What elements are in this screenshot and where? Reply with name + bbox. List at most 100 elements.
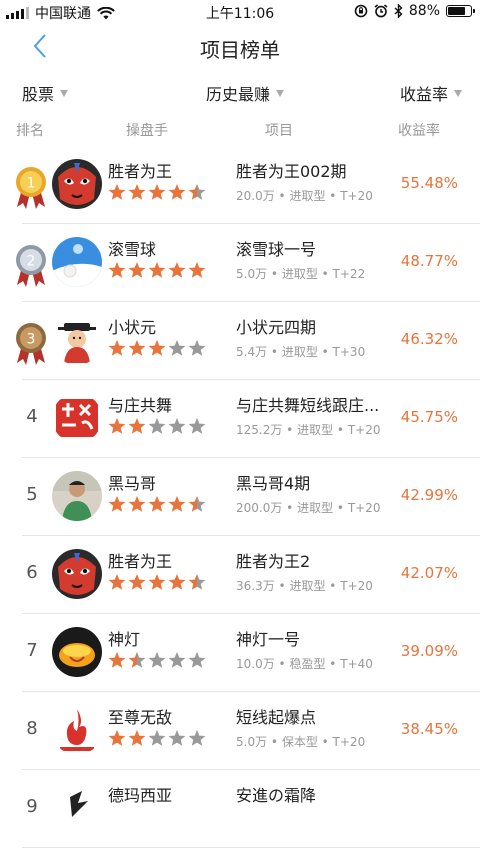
settlement-period: T+20 [347,423,381,437]
yield-rate: 42.99% [400,486,458,504]
risk-type: 进取型 [297,423,334,437]
list-item[interactable]: 3 小状元 小状元四期 5.4万 • 进取型 • T+30 46.32% [0,302,480,380]
sort-filter[interactable]: 收益率 [400,81,462,105]
amount: 10.0万 [236,657,275,671]
alarm-icon [374,4,388,18]
yield-rate: 48.77% [400,252,458,270]
list-item[interactable]: 8 至尊无敌 短线起爆点 5.0万 • 保本型 • T+20 38.45% [0,692,480,770]
star-icon [128,574,146,590]
star-icon [188,574,206,590]
risk-type: 进取型 [281,345,318,359]
risk-type: 进取型 [297,501,334,515]
star-icon [188,184,206,200]
avatar [52,627,102,677]
list-item[interactable]: 9 德玛西亚 安進の霜降 [0,770,480,848]
star-icon [108,340,126,356]
yield-rate: 45.75% [400,408,458,426]
star-icon [148,262,166,278]
yield-rate: 55.48% [400,174,458,192]
list-item[interactable]: 7 神灯 神灯一号 10.0万 • 稳盈型 • T+40 39.09% [0,614,480,692]
bluetooth-icon [394,4,403,18]
rank-medal: 1 [14,165,48,211]
project-name: 短线起爆点 [236,708,317,727]
yield-rate: 38.45% [400,720,458,738]
settlement-period: T+30 [332,345,366,359]
list-item[interactable]: 2 滚雪球 滚雪球一号 5.0万 • 进取型 • T+22 48.77% [0,224,480,302]
market-filter-label: 股票 [22,85,55,104]
avatar [52,549,102,599]
star-icon [148,496,166,512]
filter-bar: 股票 历史最赚 收益率 [0,72,480,112]
star-icon [168,418,186,434]
rank-number: 9 [26,796,38,817]
settlement-period: T+20 [340,579,373,593]
star-icon [148,418,166,434]
project-meta: 5.4万 • 进取型 • T+30 [236,345,366,359]
risk-type: 进取型 [289,189,326,203]
settlement-period: T+40 [340,657,373,671]
star-icon [168,184,186,200]
star-rating [108,495,206,513]
star-icon [128,262,146,278]
status-bar: 中国联通 上午11:06 88% [0,0,480,24]
dropdown-arrow-icon [60,89,69,97]
settlement-period: T+20 [347,501,381,515]
trader-name: 胜者为王 [108,552,173,571]
sort-filter-label: 收益率 [399,85,448,104]
period-filter[interactable]: 历史最赚 [206,81,285,105]
star-icon [168,340,186,356]
star-icon [128,496,146,512]
project-name: 与庄共舞短线跟庄... [236,396,380,415]
star-icon [188,730,206,746]
star-rating [108,573,206,591]
gold-medal-icon: 1 [16,167,46,209]
star-rating [108,339,206,357]
header-trader: 操盘手 [126,123,168,139]
bronze-medal-icon: 3 [16,323,46,365]
star-icon [108,730,126,746]
trader-name: 滚雪球 [108,240,157,259]
trader-name: 德玛西亚 [108,786,173,805]
list-item[interactable]: 1 胜者为王 胜者为王002期 20.0万 • 进取型 • T+20 55.48… [0,146,480,224]
star-icon [188,496,206,512]
list-item[interactable]: 6 胜者为王 胜者为王2 36.3万 • 进取型 • T+20 42.07% [0,536,480,614]
star-icon [148,340,166,356]
project-meta: 5.0万 • 保本型 • T+20 [236,735,366,749]
star-icon [108,574,126,590]
star-icon [108,262,126,278]
avatar [52,393,102,443]
table-header: 排名 操盘手 项目 收益率 [0,118,480,142]
star-icon [108,652,126,668]
star-icon [168,574,186,590]
header-rank: 排名 [16,123,44,139]
project-name: 神灯一号 [236,630,301,649]
market-filter[interactable]: 股票 [22,81,69,105]
medal-rank: 1 [27,176,36,192]
star-rating [108,183,206,201]
amount: 5.0万 [236,735,268,749]
silver-medal-icon: 2 [16,245,46,287]
star-icon [188,340,206,356]
medal-rank: 3 [27,332,36,348]
avatar [52,315,102,365]
list-item[interactable]: 5 黑马哥 黑马哥4期 200.0万 • 进取型 • T+20 42.99% [0,458,480,536]
project-name: 胜者为王2 [236,552,311,571]
amount: 5.0万 [236,267,268,281]
star-rating [108,651,206,669]
yield-rate: 46.32% [400,330,458,348]
trader-name: 与庄共舞 [108,396,173,415]
project-name: 小状元四期 [236,318,317,337]
rank-number: 5 [26,484,38,505]
project-name: 胜者为王002期 [236,162,347,181]
nav-bar: 项目榜单 [0,24,480,68]
star-icon [168,262,186,278]
star-icon [128,340,146,356]
star-icon [168,730,186,746]
project-name: 安進の霜降 [236,786,317,805]
rank-number: 8 [26,718,38,739]
star-icon [128,418,146,434]
list-item[interactable]: 4 与庄共舞 与庄共舞短线跟庄... 125.2万 • 进取型 • T+20 4… [0,380,480,458]
star-icon [108,184,126,200]
rank-number: 7 [26,640,38,661]
avatar [52,159,102,209]
